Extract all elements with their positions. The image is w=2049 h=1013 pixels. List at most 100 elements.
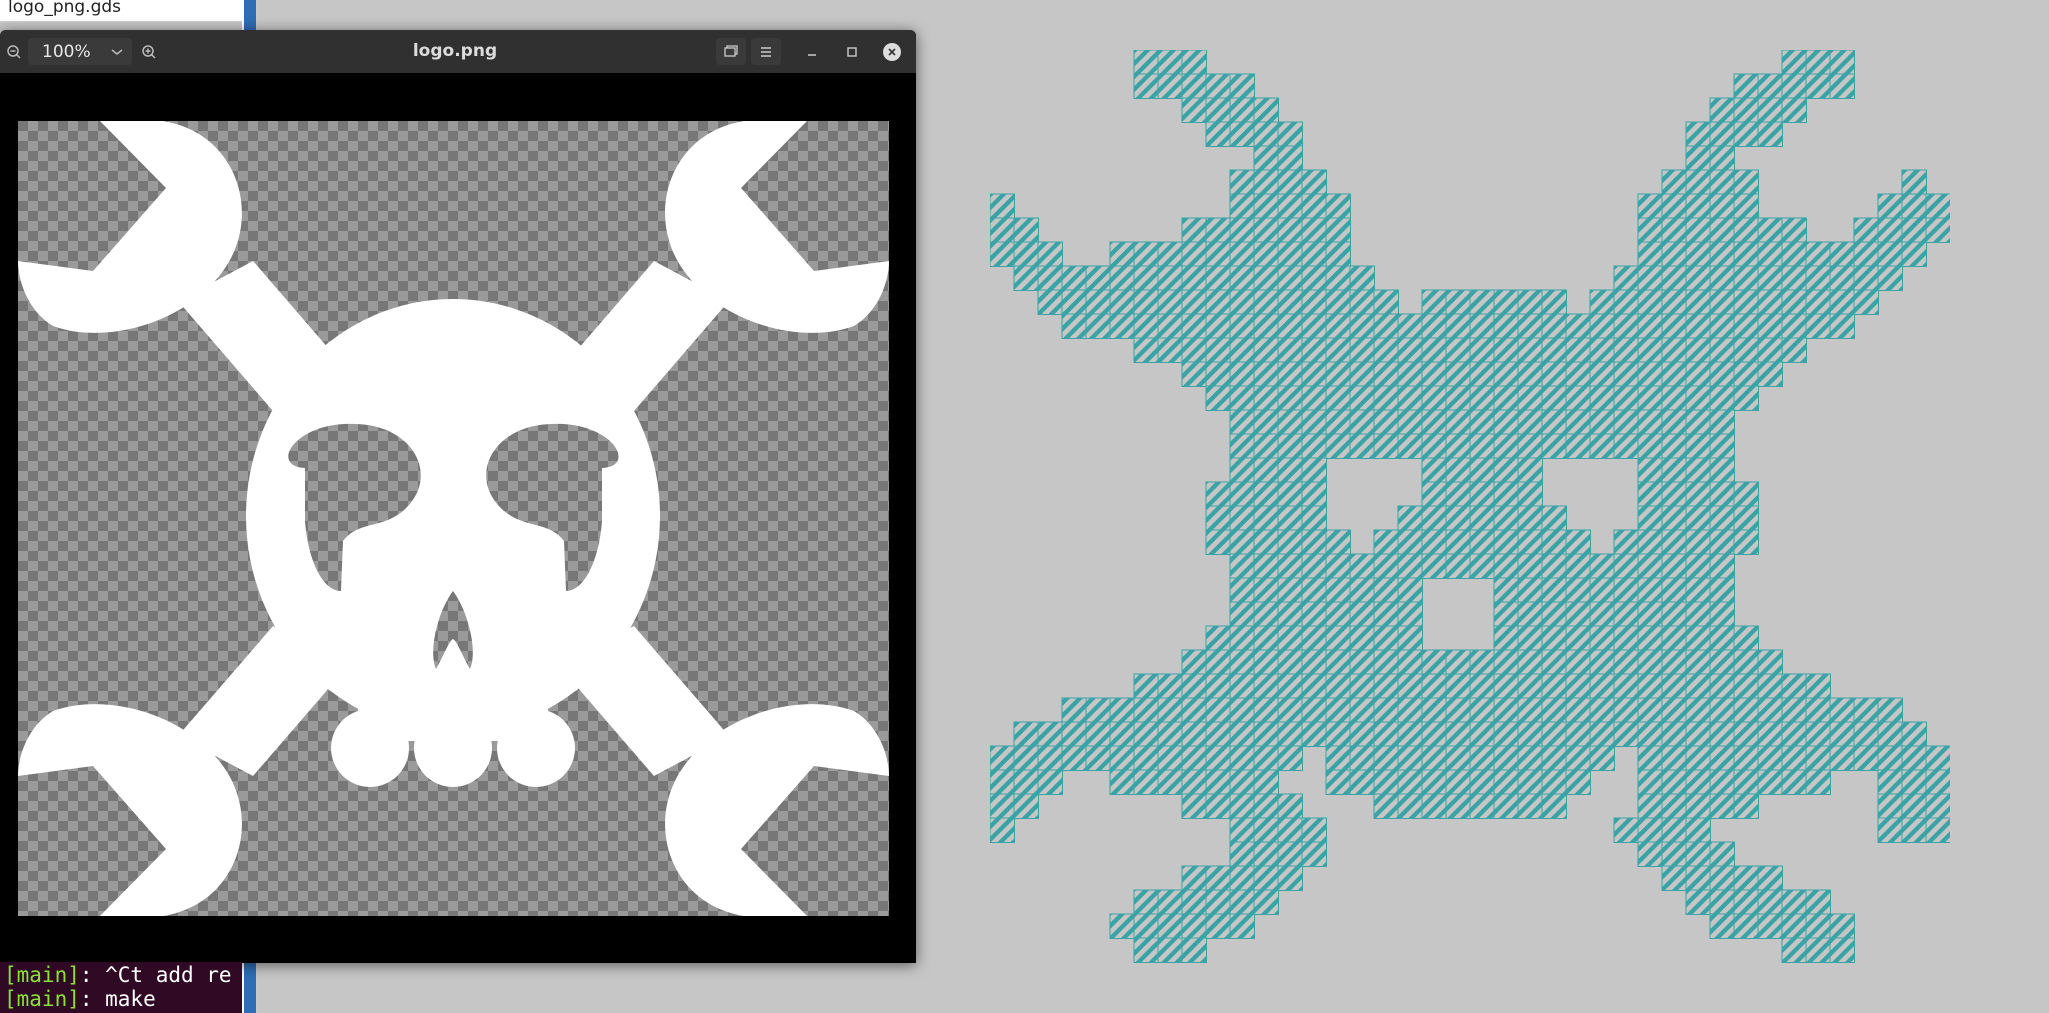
gds-cell: [1133, 721, 1160, 748]
gds-cell: [1925, 193, 1950, 220]
gds-cell: [1229, 337, 1256, 364]
zoom-in-button[interactable]: [137, 38, 161, 65]
gds-cell: [1661, 481, 1688, 508]
gds-cell: [1445, 313, 1472, 340]
gds-cell: [1037, 241, 1064, 268]
gds-cell: [1757, 313, 1784, 340]
gallery-button[interactable]: [716, 38, 746, 65]
viewer-header-bar[interactable]: 100% logo.png: [0, 30, 916, 73]
gds-cell: [1253, 97, 1280, 124]
gds-cell: [1853, 721, 1880, 748]
gds-cell: [1397, 433, 1424, 460]
gds-cell: [1181, 73, 1208, 100]
gds-cell: [1325, 649, 1352, 676]
gds-cell: [1181, 313, 1208, 340]
gds-cell: [1541, 769, 1568, 796]
gds-filename-label[interactable]: logo_png.gds: [8, 0, 121, 17]
gds-cell: [1781, 745, 1808, 772]
background-terminal[interactable]: [main]: ^Ct add re [main]: make: [0, 962, 242, 1013]
gds-cell: [1661, 721, 1688, 748]
gds-cell: [1061, 745, 1088, 772]
gds-cell: [1565, 745, 1592, 772]
gds-cell: [1709, 769, 1736, 796]
gds-cell: [1565, 529, 1592, 556]
gds-cell: [1493, 457, 1520, 484]
gds-cell: [1637, 337, 1664, 364]
gds-cell: [1445, 457, 1472, 484]
gds-cell: [1205, 745, 1232, 772]
zoom-out-button[interactable]: [2, 38, 26, 65]
gds-cell: [1493, 361, 1520, 388]
gds-cell: [1613, 577, 1640, 604]
gds-skull-polygon: [990, 50, 1950, 964]
gds-cell: [1205, 217, 1232, 244]
image-canvas[interactable]: [18, 121, 889, 916]
gds-cell: [1805, 769, 1832, 796]
gds-cell: [1229, 457, 1256, 484]
gds-cell: [1661, 817, 1688, 844]
gds-cell: [1301, 841, 1328, 868]
gds-cell: [1589, 697, 1616, 724]
gds-cell: [990, 793, 1016, 820]
image-viewer-window[interactable]: 100% logo.png: [0, 30, 916, 963]
gds-cell: [1373, 625, 1400, 652]
gds-cell: [1733, 337, 1760, 364]
close-button[interactable]: [879, 38, 905, 65]
gds-cell: [1085, 745, 1112, 772]
gds-cell: [1733, 769, 1760, 796]
gds-cell: [1685, 577, 1712, 604]
gds-cell: [1349, 337, 1376, 364]
gds-cell: [1229, 385, 1256, 412]
gds-cell: [1277, 145, 1304, 172]
gds-cell: [1229, 817, 1256, 844]
gds-cell: [1445, 529, 1472, 556]
main-menu-button[interactable]: [751, 38, 781, 65]
gds-cell: [1685, 865, 1712, 892]
zoom-level-value[interactable]: 100%: [28, 42, 112, 62]
gds-cell: [1397, 313, 1424, 340]
gds-cell: [1877, 265, 1904, 292]
gds-cell: [1253, 793, 1280, 820]
gds-cell: [1373, 673, 1400, 700]
gds-cell: [1253, 433, 1280, 460]
gds-cell: [1325, 529, 1352, 556]
gds-cell: [1229, 313, 1256, 340]
gds-cell: [1781, 889, 1808, 916]
gds-cell: [1613, 625, 1640, 652]
gds-cell: [1709, 865, 1736, 892]
gds-cell: [1757, 697, 1784, 724]
gds-cell: [1589, 385, 1616, 412]
maximize-button[interactable]: [837, 38, 867, 65]
gds-cell: [1637, 217, 1664, 244]
gds-cell: [1253, 553, 1280, 580]
gds-layout-view[interactable]: [990, 50, 1950, 1010]
gds-cell: [1709, 361, 1736, 388]
gds-cell: [1517, 577, 1544, 604]
gds-cell: [1829, 313, 1856, 340]
gds-cell: [1253, 841, 1280, 868]
zoom-dropdown-button[interactable]: [106, 38, 128, 65]
gds-cell: [1397, 601, 1424, 628]
gds-cell: [1349, 625, 1376, 652]
gds-cell: [1277, 865, 1304, 892]
zoom-level-combo[interactable]: 100%: [28, 38, 132, 65]
gds-cell: [1157, 265, 1184, 292]
gds-cell: [1133, 337, 1160, 364]
gds-cell: [1181, 97, 1208, 124]
minimize-button[interactable]: [797, 38, 827, 65]
gds-cell: [1037, 721, 1064, 748]
gds-cell: [1157, 673, 1184, 700]
gds-cell: [1133, 50, 1160, 76]
gds-cell: [1349, 313, 1376, 340]
gds-cell: [1901, 193, 1928, 220]
gds-cell: [1373, 649, 1400, 676]
gds-cell: [1445, 409, 1472, 436]
gds-cell: [1181, 913, 1208, 940]
gds-cell: [1493, 409, 1520, 436]
gds-cell: [1853, 289, 1880, 316]
gds-cell: [1373, 697, 1400, 724]
gds-cell: [1469, 313, 1496, 340]
gds-cell: [1421, 481, 1448, 508]
git-branch-prompt: [main]: [4, 987, 80, 1011]
gds-cell: [1565, 769, 1592, 796]
